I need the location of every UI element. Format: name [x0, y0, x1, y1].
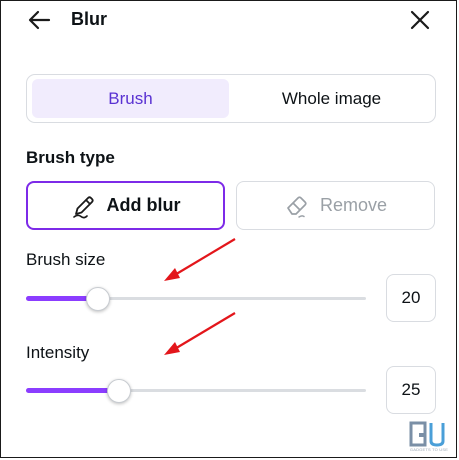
add-blur-button[interactable]: Add blur	[26, 181, 225, 230]
watermark-text: GADGETS TO USE	[409, 447, 449, 452]
arrow-left-icon	[28, 10, 51, 30]
slider-thumb[interactable]	[106, 379, 131, 403]
brush-size-input[interactable]: 20	[386, 274, 436, 322]
blur-panel: Blur Brush Whole image Brush type Add bl…	[0, 0, 457, 458]
close-icon	[410, 10, 430, 30]
watermark-logo: GADGETS TO USE	[405, 421, 453, 457]
back-button[interactable]	[25, 7, 53, 33]
mode-tabs: Brush Whole image	[26, 74, 436, 123]
slider-thumb[interactable]	[86, 287, 111, 311]
pen-icon	[72, 195, 94, 218]
eraser-icon	[287, 195, 307, 218]
intensity-input[interactable]: 25	[386, 366, 436, 414]
brush-type-heading: Brush type	[26, 148, 115, 167]
add-blur-label: Add blur	[106, 195, 181, 215]
annotation-arrow	[164, 238, 236, 281]
tab-brush[interactable]: Brush	[32, 79, 229, 118]
intensity-label: Intensity	[26, 343, 90, 362]
slider-fill	[26, 388, 118, 393]
close-button[interactable]	[405, 7, 433, 33]
remove-label: Remove	[319, 195, 388, 215]
annotation-arrow	[164, 312, 236, 355]
logo-icon	[409, 421, 445, 447]
remove-button[interactable]: Remove	[236, 181, 435, 230]
intensity-slider[interactable]	[26, 379, 366, 403]
tab-whole-image[interactable]: Whole image	[233, 79, 430, 118]
brush-size-label: Brush size	[26, 250, 106, 269]
panel-title: Blur	[71, 9, 107, 29]
